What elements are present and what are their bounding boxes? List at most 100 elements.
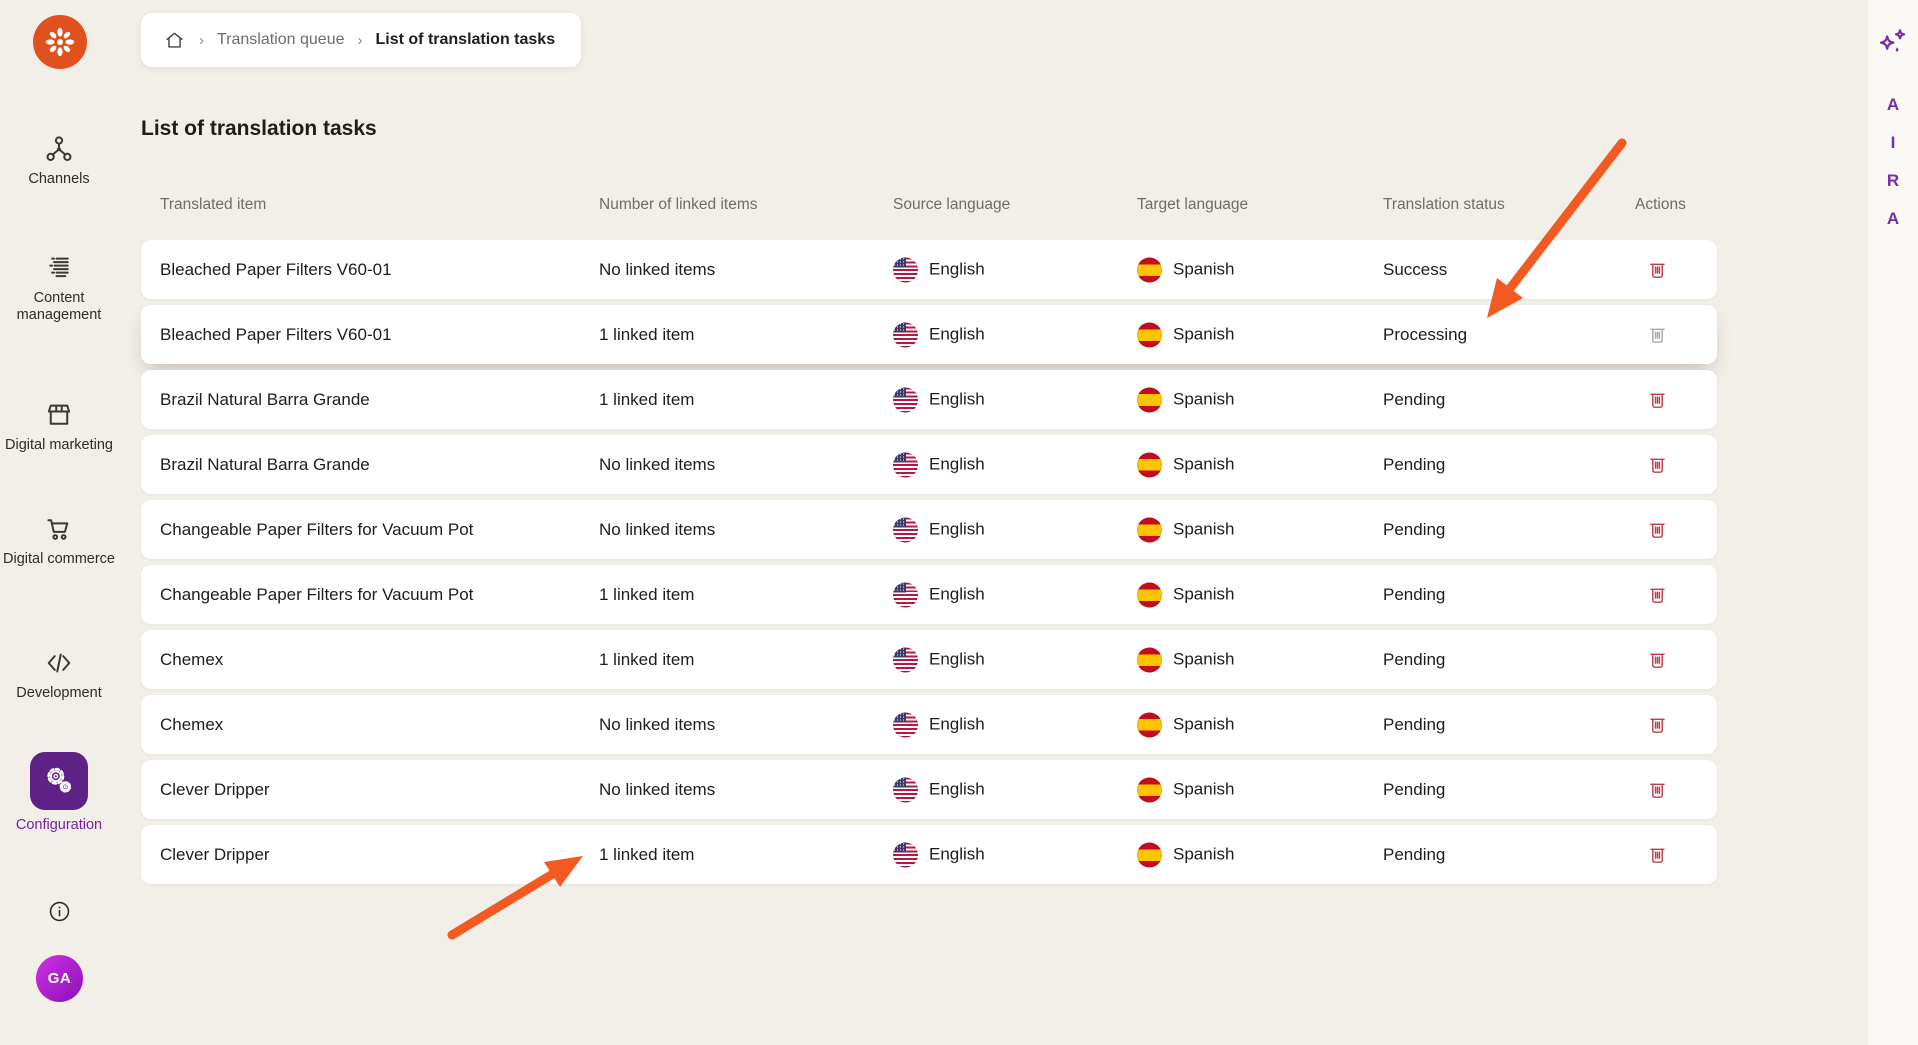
linked-items-cell: No linked items [599,715,715,735]
trash-icon [1646,258,1669,281]
translation-status-cell: Success [1383,260,1447,280]
delete-task-button[interactable] [1639,447,1675,483]
translated-item-cell: Brazil Natural Barra Grande [160,390,370,410]
spain-flag-icon [1137,452,1162,477]
target-language-cell: Spanish [1137,452,1234,477]
header-actions: Actions [1635,196,1686,214]
source-language-cell: English [893,322,985,347]
source-language-cell: English [893,452,985,477]
translated-item-cell: Bleached Paper Filters V60-01 [160,260,392,280]
content-list-icon [44,253,74,283]
source-language-cell: English [893,517,985,542]
table-row: Brazil Natural Barra Grande 1 linked ite… [141,370,1717,429]
breadcrumb: › Translation queue › List of translatio… [141,13,581,67]
trash-icon [1646,583,1669,606]
cart-icon [44,514,74,544]
source-language-label: English [929,520,985,540]
page-title: List of translation tasks [141,117,377,141]
source-language-cell: English [893,647,985,672]
sidebar-item-content-management[interactable]: Content management [0,253,118,324]
sidebar-item-channels[interactable]: Channels [0,134,118,188]
breadcrumb-separator: › [358,32,363,49]
aira-letter: R [1887,171,1899,191]
delete-task-button[interactable] [1639,252,1675,288]
us-flag-icon [893,517,918,542]
breadcrumb-translation-queue[interactable]: Translation queue [217,31,345,49]
sidebar-item-label: Channels [0,171,118,188]
aira-letter: A [1887,209,1899,229]
home-icon[interactable] [163,29,186,52]
spain-flag-icon [1137,322,1162,347]
header-linked-items: Number of linked items [599,196,758,214]
source-language-cell: English [893,712,985,737]
source-language-label: English [929,390,985,410]
target-language-label: Spanish [1173,455,1234,475]
sidebar-item-digital-marketing[interactable]: Digital marketing [0,400,118,454]
us-flag-icon [893,712,918,737]
translated-item-cell: Chemex [160,650,223,670]
translation-status-cell: Pending [1383,585,1445,605]
user-avatar[interactable]: GA [36,955,83,1002]
target-language-label: Spanish [1173,325,1234,345]
sparkles-icon [1875,28,1911,66]
configuration-tile [30,752,88,810]
source-language-cell: English [893,777,985,802]
table-header: Translated item Number of linked items S… [141,196,1717,218]
table-row: Chemex 1 linked item English Spanish Pen… [141,630,1717,689]
translation-status-cell: Pending [1383,520,1445,540]
sidebar: Channels Content management Digital mark… [0,0,118,1045]
translated-item-cell: Changeable Paper Filters for Vacuum Pot [160,520,473,540]
spain-flag-icon [1137,517,1162,542]
translation-task-list: Bleached Paper Filters V60-01 No linked … [141,240,1717,890]
info-button[interactable] [0,899,118,924]
source-language-label: English [929,260,985,280]
source-language-label: English [929,455,985,475]
trash-icon [1646,843,1669,866]
linked-items-cell: No linked items [599,260,715,280]
delete-task-button[interactable] [1639,512,1675,548]
trash-icon [1646,778,1669,801]
us-flag-icon [893,387,918,412]
target-language-label: Spanish [1173,390,1234,410]
linked-items-cell: 1 linked item [599,845,694,865]
delete-task-button[interactable] [1639,577,1675,613]
breadcrumb-current: List of translation tasks [376,31,556,49]
target-language-cell: Spanish [1137,777,1234,802]
sidebar-item-configuration[interactable]: Configuration [0,752,118,834]
delete-task-button[interactable] [1639,837,1675,873]
target-language-label: Spanish [1173,650,1234,670]
spain-flag-icon [1137,842,1162,867]
translation-status-cell: Pending [1383,455,1445,475]
storefront-icon [44,400,74,430]
table-row: Clever Dripper No linked items English S… [141,760,1717,819]
translated-item-cell: Brazil Natural Barra Grande [160,455,370,475]
linked-items-cell: No linked items [599,520,715,540]
source-language-cell: English [893,842,985,867]
source-language-cell: English [893,387,985,412]
us-flag-icon [893,582,918,607]
spain-flag-icon [1137,647,1162,672]
spain-flag-icon [1137,387,1162,412]
spain-flag-icon [1137,777,1162,802]
trash-icon [1646,713,1669,736]
starburst-icon [43,25,77,59]
us-flag-icon [893,452,918,477]
delete-task-button[interactable] [1639,382,1675,418]
sidebar-item-development[interactable]: Development [0,648,118,702]
source-language-label: English [929,585,985,605]
target-language-label: Spanish [1173,260,1234,280]
aira-sparkles-button[interactable] [1875,28,1911,69]
target-language-cell: Spanish [1137,387,1234,412]
kontent-logo[interactable] [33,15,87,69]
delete-task-button[interactable] [1639,772,1675,808]
sidebar-item-digital-commerce[interactable]: Digital commerce [0,514,118,568]
translated-item-cell: Chemex [160,715,223,735]
spain-flag-icon [1137,712,1162,737]
spain-flag-icon [1137,582,1162,607]
linked-items-cell: 1 linked item [599,585,694,605]
target-language-label: Spanish [1173,845,1234,865]
aira-letter: I [1891,133,1896,153]
delete-task-button[interactable] [1639,707,1675,743]
delete-task-button[interactable] [1639,642,1675,678]
sidebar-item-label: Configuration [0,817,118,834]
